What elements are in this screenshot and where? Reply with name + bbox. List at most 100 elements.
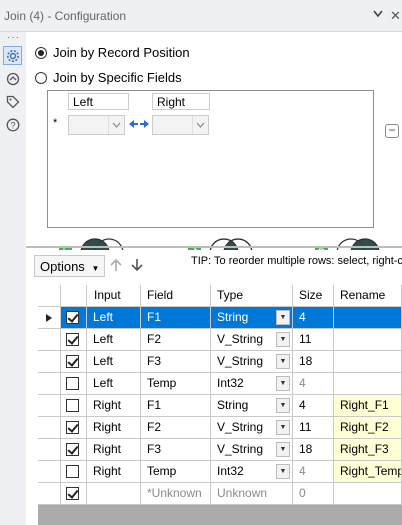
collapse-chevron-icon[interactable] (372, 8, 384, 22)
type-cell[interactable]: String ▼ (211, 395, 293, 417)
column-header-4[interactable]: Rename (334, 285, 402, 307)
column-header-2[interactable]: Type (211, 285, 293, 307)
gear-icon[interactable] (3, 46, 22, 65)
field-checkbox[interactable] (66, 333, 79, 346)
field-cell[interactable]: Temp (141, 373, 211, 395)
move-down-icon[interactable] (129, 257, 145, 277)
field-cell-text: F2 (147, 332, 162, 346)
field-checkbox[interactable] (66, 377, 79, 390)
swap-fields-icon[interactable] (128, 118, 150, 133)
rename-cell[interactable]: Right_F3 (334, 439, 402, 461)
table-row[interactable]: Left F3 V_String ▼ 18 (38, 351, 402, 373)
size-cell[interactable]: 4 (293, 395, 334, 417)
type-dropdown-icon[interactable]: ▼ (276, 420, 290, 435)
type-cell[interactable]: V_String ▼ (211, 417, 293, 439)
input-cell[interactable]: Right (87, 439, 141, 461)
field-cell[interactable]: F1 (141, 307, 211, 329)
type-cell-text: Unknown (217, 486, 268, 500)
table-row[interactable]: Left F1 String ▼ 4 (38, 307, 402, 329)
input-cell[interactable]: Left (87, 307, 141, 329)
table-row[interactable]: Right Temp Int32 ▼ 4 Right_Temp (38, 461, 402, 483)
type-dropdown-icon[interactable]: ▼ (276, 376, 290, 391)
rename-cell[interactable] (334, 373, 402, 395)
input-cell[interactable]: Right (87, 395, 141, 417)
type-dropdown-icon[interactable]: ▼ (276, 332, 290, 347)
rename-cell[interactable]: Right_F1 (334, 395, 402, 417)
radio-record-position[interactable] (35, 46, 47, 59)
input-cell[interactable] (87, 483, 141, 505)
table-row[interactable]: *Unknown Unknown 0 (38, 483, 402, 505)
type-dropdown-icon[interactable]: ▼ (276, 310, 290, 325)
input-cell[interactable]: Right (87, 461, 141, 483)
chevron-down-icon[interactable] (192, 116, 208, 134)
field-checkbox[interactable] (66, 465, 79, 478)
type-cell-text: V_String (217, 354, 264, 368)
chevron-down-icon[interactable] (108, 116, 124, 134)
size-cell[interactable]: 0 (293, 483, 334, 505)
close-icon[interactable]: ✕ (390, 8, 401, 24)
radio-specific-fields[interactable] (35, 71, 47, 84)
field-checkbox[interactable] (66, 311, 79, 324)
join-fields-table: Left Right * (48, 91, 213, 137)
rename-cell[interactable] (334, 307, 402, 329)
rename-cell[interactable] (334, 351, 402, 373)
field-checkbox[interactable] (66, 443, 79, 456)
connection-icon[interactable] (3, 69, 22, 88)
field-cell[interactable]: F1 (141, 395, 211, 417)
type-cell[interactable]: V_String ▼ (211, 351, 293, 373)
field-checkbox[interactable] (66, 399, 79, 412)
column-header-0[interactable]: Input (87, 285, 141, 307)
field-cell[interactable]: F2 (141, 417, 211, 439)
help-icon[interactable]: ? (3, 115, 22, 134)
type-cell[interactable]: Int32 ▼ (211, 373, 293, 395)
table-row[interactable]: Left F2 V_String ▼ 11 (38, 329, 402, 351)
table-row[interactable]: Right F1 String ▼ 4 Right_F1 (38, 395, 402, 417)
table-row[interactable]: Left Temp Int32 ▼ 4 (38, 373, 402, 395)
move-up-icon[interactable] (108, 257, 124, 277)
type-cell[interactable]: Unknown (211, 483, 293, 505)
input-cell[interactable]: Left (87, 351, 141, 373)
field-cell[interactable]: F3 (141, 439, 211, 461)
remove-row-button[interactable]: − (385, 124, 399, 138)
type-cell[interactable]: V_String ▼ (211, 329, 293, 351)
field-checkbox[interactable] (66, 487, 79, 500)
size-cell[interactable]: 11 (293, 329, 334, 351)
field-cell[interactable]: F3 (141, 351, 211, 373)
table-row[interactable]: Right F3 V_String ▼ 18 Right_F3 (38, 439, 402, 461)
field-cell[interactable]: F2 (141, 329, 211, 351)
rename-cell[interactable] (334, 329, 402, 351)
size-cell[interactable]: 18 (293, 439, 334, 461)
field-cell[interactable]: *Unknown (141, 483, 211, 505)
column-header-3[interactable]: Size (293, 285, 334, 307)
size-cell[interactable]: 11 (293, 417, 334, 439)
rename-cell[interactable]: Right_Temp (334, 461, 402, 483)
join-by-specific-fields-option[interactable]: Join by Specific Fields (35, 70, 182, 85)
field-checkbox[interactable] (66, 355, 79, 368)
row-marker (38, 329, 61, 351)
tag-icon[interactable] (3, 92, 22, 111)
size-cell[interactable]: 4 (293, 461, 334, 483)
field-cell[interactable]: Temp (141, 461, 211, 483)
type-dropdown-icon[interactable]: ▼ (276, 464, 290, 479)
type-dropdown-icon[interactable]: ▼ (276, 398, 290, 413)
field-checkbox[interactable] (66, 421, 79, 434)
size-cell[interactable]: 4 (293, 307, 334, 329)
left-field-select[interactable] (68, 115, 125, 135)
type-cell[interactable]: V_String ▼ (211, 439, 293, 461)
size-cell[interactable]: 4 (293, 373, 334, 395)
type-cell[interactable]: Int32 ▼ (211, 461, 293, 483)
input-cell[interactable]: Right (87, 417, 141, 439)
column-header-1[interactable]: Field (141, 285, 211, 307)
join-by-record-position-option[interactable]: Join by Record Position (35, 45, 190, 60)
type-dropdown-icon[interactable]: ▼ (276, 442, 290, 457)
rename-cell[interactable]: Right_F2 (334, 417, 402, 439)
size-cell[interactable]: 18 (293, 351, 334, 373)
options-button[interactable]: Options ▼ (34, 255, 106, 277)
rename-cell[interactable] (334, 483, 402, 505)
type-dropdown-icon[interactable]: ▼ (276, 354, 290, 369)
input-cell[interactable]: Left (87, 329, 141, 351)
type-cell[interactable]: String ▼ (211, 307, 293, 329)
right-field-select[interactable] (152, 115, 209, 135)
table-row[interactable]: Right F2 V_String ▼ 11 Right_F2 (38, 417, 402, 439)
input-cell[interactable]: Left (87, 373, 141, 395)
